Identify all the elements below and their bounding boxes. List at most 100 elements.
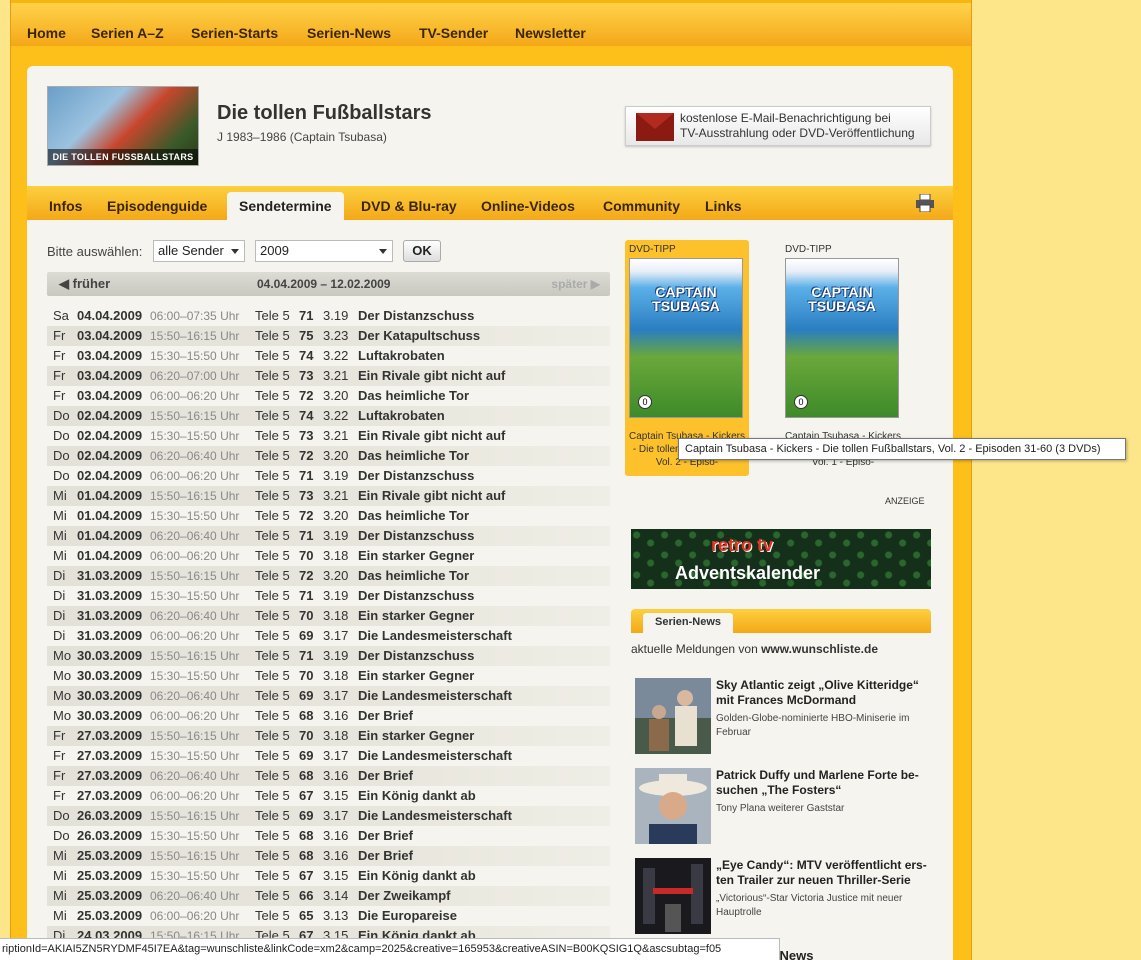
news-tab[interactable]: Serien-News <box>643 613 734 633</box>
nav-home[interactable]: Home <box>27 25 66 41</box>
schedule-title[interactable]: Luftakrobaten <box>358 346 445 366</box>
schedule-title[interactable]: Ein starker Gegner <box>358 606 474 626</box>
schedule-code: 3.16 <box>323 848 349 863</box>
schedule-time: 15:30–15:50 Uhr <box>150 589 240 603</box>
news-title[interactable]: Patrick Duffy und Marlene Forte be-suche… <box>716 768 931 798</box>
schedule-row: Di 31.03.2009 15:50–16:15 Uhr Tele 5 72 3.20 D… <box>47 566 610 586</box>
print-icon[interactable] <box>915 194 935 212</box>
schedule-ep: 71 <box>299 648 314 663</box>
schedule-date: 30.03.2009 <box>77 708 143 723</box>
schedule-time: 06:20–06:40 Uhr <box>150 769 240 783</box>
schedule-title[interactable]: Ein Rivale gibt nicht auf <box>358 486 505 506</box>
schedule-ep: 69 <box>299 808 314 823</box>
schedule-title[interactable]: Ein Rivale gibt nicht auf <box>358 366 505 386</box>
news-item[interactable]: Patrick Duffy und Marlene Forte be-suche… <box>635 768 935 846</box>
schedule-title[interactable]: Das heimliche Tor <box>358 566 469 586</box>
schedule-title[interactable]: Der Zweikampf <box>358 886 450 906</box>
schedule-title[interactable]: Das heimliche Tor <box>358 506 469 526</box>
news-item[interactable]: „Eye Candy“: MTV veröffentlicht ers-ten … <box>635 858 935 936</box>
channel-select[interactable]: alle Sender <box>153 240 245 262</box>
nav-serien-starts[interactable]: Serien-Starts <box>191 25 278 41</box>
schedule-code: 3.19 <box>323 308 349 323</box>
schedule-date: 25.03.2009 <box>77 908 143 923</box>
schedule-chan: Tele 5 <box>255 408 290 423</box>
schedule-title[interactable]: Ein starker Gegner <box>358 666 474 686</box>
schedule-ep: 67 <box>299 788 314 803</box>
news-item[interactable]: Sky Atlantic zeigt „Olive Kitteridge“ mi… <box>635 678 935 756</box>
schedule-ep: 75 <box>299 328 314 343</box>
schedule-title[interactable]: Der Distanzschuss <box>358 466 474 486</box>
schedule-row: Mi 25.03.2009 06:00–06:20 Uhr Tele 5 65 3.13 D… <box>47 906 610 926</box>
news-desc: Tony Plana weiterer Gaststar <box>716 803 845 814</box>
schedule-day: Fr <box>53 348 66 363</box>
news-photo[interactable] <box>635 858 711 934</box>
schedule-day: Mi <box>53 848 67 863</box>
schedule-date: 31.03.2009 <box>77 588 143 603</box>
schedule-ep: 68 <box>299 828 314 843</box>
email-notification-button[interactable]: kostenlose E-Mail-Benachrichtigung bei T… <box>625 106 931 146</box>
schedule-title[interactable]: Die Landesmeisterschaft <box>358 626 512 646</box>
pager-prev[interactable]: ◀ früher <box>59 276 110 292</box>
schedule-title[interactable]: Der Katapultschuss <box>358 326 480 346</box>
schedule-row: Fr 27.03.2009 06:20–06:40 Uhr Tele 5 68 3.16 D… <box>47 766 610 786</box>
schedule-title[interactable]: Der Brief <box>358 826 413 846</box>
schedule-ep: 72 <box>299 568 314 583</box>
schedule-title[interactable]: Die Landesmeisterschaft <box>358 746 512 766</box>
schedule-title[interactable]: Der Distanzschuss <box>358 306 474 326</box>
schedule-date: 26.03.2009 <box>77 828 143 843</box>
schedule-title[interactable]: Ein Rivale gibt nicht auf <box>358 426 505 446</box>
schedule-time: 15:50–16:15 Uhr <box>150 409 240 423</box>
dvd-cover[interactable]: CAPTAIN TSUBASA 0 <box>785 258 899 418</box>
schedule-title[interactable]: Der Brief <box>358 846 413 866</box>
tab-sendetermine[interactable]: Sendetermine <box>227 192 344 220</box>
schedule-day: Mo <box>53 688 72 703</box>
schedule-title[interactable]: Die Landesmeisterschaft <box>358 806 512 826</box>
tab-links[interactable]: Links <box>705 198 742 214</box>
filter-label: Bitte auswählen: <box>47 244 143 259</box>
schedule-title[interactable]: Luftakrobaten <box>358 406 445 426</box>
tab-online-videos[interactable]: Online-Videos <box>481 198 575 214</box>
advent-calendar-banner[interactable]: retro tv Adventskalender <box>631 529 931 589</box>
tab-episodenguide[interactable]: Episodenguide <box>107 198 207 214</box>
dvd-cover[interactable]: CAPTAIN TSUBASA 0 <box>629 258 743 418</box>
news-photo[interactable] <box>635 678 711 754</box>
schedule-time: 15:30–15:50 Uhr <box>150 749 240 763</box>
schedule-ep: 66 <box>299 888 314 903</box>
news-title[interactable]: Sky Atlantic zeigt „Olive Kitteridge“ mi… <box>716 678 931 708</box>
schedule-title[interactable]: Der Distanzschuss <box>358 526 474 546</box>
schedule-title[interactable]: Ein König dankt ab <box>358 786 476 806</box>
schedule-title[interactable]: Der Distanzschuss <box>358 646 474 666</box>
tab-dvd-bluray[interactable]: DVD & Blu-ray <box>361 198 457 214</box>
schedule-title[interactable]: Ein starker Gegner <box>358 546 474 566</box>
news-photo[interactable] <box>635 768 711 844</box>
schedule-title[interactable]: Ein starker Gegner <box>358 726 474 746</box>
schedule-day: Fr <box>53 388 66 403</box>
schedule-date: 27.03.2009 <box>77 728 143 743</box>
schedule-title[interactable]: Der Distanzschuss <box>358 586 474 606</box>
nav-serien-news[interactable]: Serien-News <box>307 25 391 41</box>
schedule-title[interactable]: Die Europareise <box>358 906 457 926</box>
show-meta: J 1983–1986 (Captain Tsubasa) <box>217 130 387 144</box>
news-source-link[interactable]: www.wunschliste.de <box>761 642 878 656</box>
schedule-title[interactable]: Das heimliche Tor <box>358 446 469 466</box>
schedule-code: 3.16 <box>323 768 349 783</box>
nav-newsletter[interactable]: Newsletter <box>515 25 586 41</box>
pager-next[interactable]: später ▶ <box>551 277 600 291</box>
schedule-title[interactable]: Der Brief <box>358 706 413 726</box>
tab-community[interactable]: Community <box>603 198 680 214</box>
schedule-title[interactable]: Ein König dankt ab <box>358 866 476 886</box>
schedule-title[interactable]: Die Landesmeisterschaft <box>358 686 512 706</box>
nav-serien-a-z[interactable]: Serien A–Z <box>91 25 164 41</box>
year-select[interactable]: 2009 <box>255 240 393 262</box>
content-panel: DIE TOLLEN FUSSBALLSTARS Die tollen Fußb… <box>27 66 953 960</box>
ok-button[interactable]: OK <box>403 240 441 262</box>
schedule-title[interactable]: Das heimliche Tor <box>358 386 469 406</box>
nav-tv-sender[interactable]: TV-Sender <box>419 25 488 41</box>
pager-prev-label: früher <box>72 276 111 291</box>
tab-infos[interactable]: Infos <box>49 198 82 214</box>
schedule-row: Mi 01.04.2009 15:50–16:15 Uhr Tele 5 73 3.21 E… <box>47 486 610 506</box>
schedule-title[interactable]: Der Brief <box>358 766 413 786</box>
schedule-date: 02.04.2009 <box>77 428 143 443</box>
news-title[interactable]: „Eye Candy“: MTV veröffentlicht ers-ten … <box>716 858 931 888</box>
show-thumbnail[interactable]: DIE TOLLEN FUSSBALLSTARS <box>47 86 199 166</box>
